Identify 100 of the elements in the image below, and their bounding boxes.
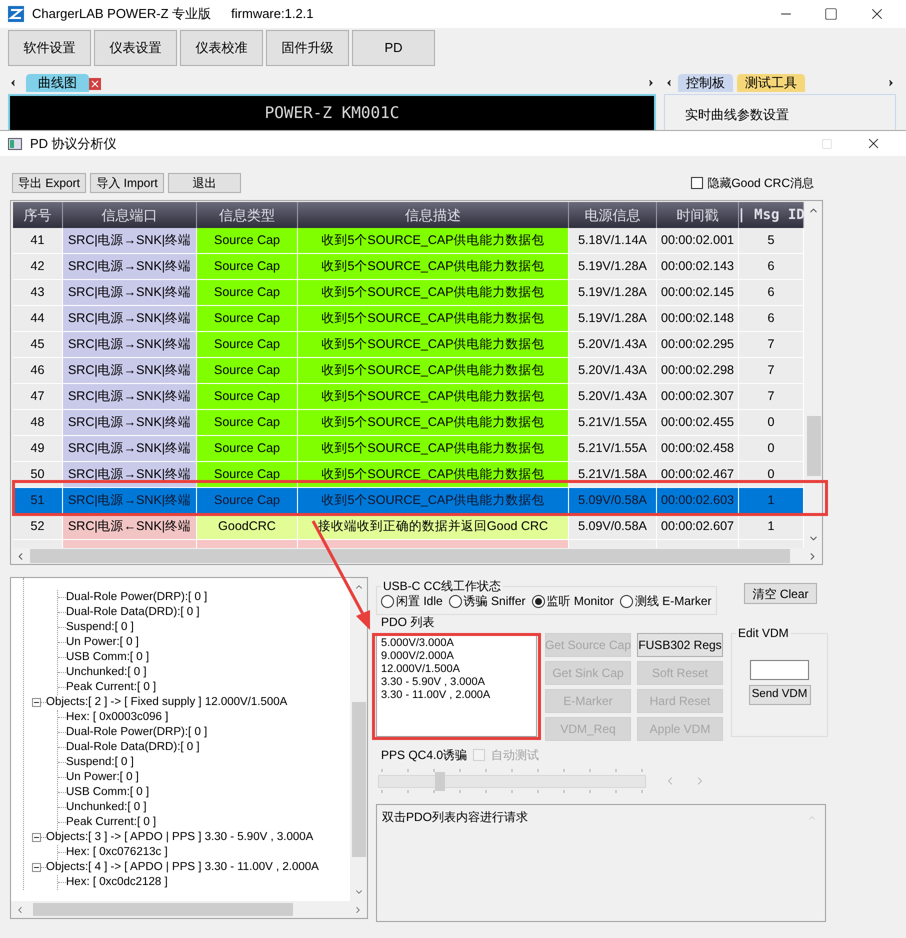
table-row[interactable]: 44 SRC|电源→SNK|终端 Source Cap 收到5个SOURCE_CAP供电能力数据包 5.19V/1.28A 00:00:02.148 6 [13,306,804,332]
table-row[interactable]: 51 SRC|电源→SNK|终端 Source Cap 收到5个SOURCE_CAP供电能力数据包 5.09V/0.58A 00:00:02.603 1 [13,488,804,514]
vertical-scrollbar[interactable] [350,578,367,901]
collapse-icon[interactable] [32,863,41,872]
tree-item[interactable]: Un Power:[ 0 ] [66,634,139,652]
logo-icon [8,6,24,22]
collapse-icon[interactable] [32,833,41,842]
column-header[interactable]: 电源信息 [569,202,657,228]
vdm-input[interactable] [750,660,809,680]
table-cell: 收到5个SOURCE_CAP供电能力数据包 [298,488,569,514]
tree-item[interactable]: Dual-Role Power(DRP):[ 0 ] [66,588,208,606]
toolbar-button[interactable]: PD [352,30,435,66]
group-title: 实时曲线参数设置 [685,107,789,122]
table-cell: 46 [13,358,63,384]
table-cell: 7 [739,358,804,384]
clear-button[interactable]: 清空 Clear [744,583,817,604]
table-row[interactable]: 41 SRC|电源→SNK|终端 Source Cap 收到5个SOURCE_CAP供电能力数据包 5.18V/1.14A 00:00:02.001 5 [13,228,804,254]
table-cell: 7 [739,384,804,410]
scrollbar-thumb[interactable] [30,549,790,563]
toolbar-button[interactable]: 固件升级 [266,30,349,66]
tree-item[interactable]: Peak Current:[ 0 ] [66,814,156,832]
tab[interactable]: 控制板 [678,74,733,92]
list-item[interactable]: 3.30 - 11.00V , 2.000A [381,689,536,702]
tree-item[interactable]: Un Power:[ 0 ] [66,768,139,786]
toolbar-button[interactable]: 退出 [168,173,241,193]
table-cell: 52 [13,514,63,540]
window-icon [8,138,22,150]
radio-button[interactable] [620,594,633,608]
tab[interactable]: 曲线图 [26,74,89,92]
tree-item[interactable]: Peak Current:[ 0 ] [66,678,156,696]
tree-item[interactable]: Dual-Role Data(DRD):[ 0 ] [66,738,200,756]
table-cell: 收到5个SOURCE_CAP供电能力数据包 [298,332,569,358]
table-row[interactable]: 49 SRC|电源→SNK|终端 Source Cap 收到5个SOURCE_CAP供电能力数据包 5.21V/1.55A 00:00:02.458 0 [13,436,804,462]
scrollbar-thumb[interactable] [806,416,820,476]
tree-item[interactable]: Objects:[ 4 ] -> [ APDO | PPS ] 3.30 - 11.00V , 2.000A [46,858,319,876]
table-row[interactable]: 50 SRC|电源→SNK|终端 Source Cap 收到5个SOURCE_CAP供电能力数据包 5.21V/1.58A 00:00:02.467 0 [13,462,804,488]
table-cell: 00:00:02.307 [657,384,739,410]
scrollbar-thumb[interactable] [33,903,293,916]
maximize-icon[interactable] [824,7,838,21]
toolbar-button[interactable]: 导出 Export [12,173,86,193]
column-header[interactable]: 序号 [13,202,63,228]
table-row[interactable]: 47 SRC|电源→SNK|终端 Source Cap 收到5个SOURCE_CAP供电能力数据包 5.20V/1.43A 00:00:02.307 7 [13,384,804,410]
table-row[interactable]: 46 SRC|电源→SNK|终端 Source Cap 收到5个SOURCE_CAP供电能力数据包 5.20V/1.43A 00:00:02.298 7 [13,358,804,384]
list-item[interactable]: 3.30 - 5.90V , 3.000A [381,676,536,689]
table-row[interactable]: 42 SRC|电源→SNK|终端 Source Cap 收到5个SOURCE_CAP供电能力数据包 5.19V/1.28A 00:00:02.143 6 [13,254,804,280]
toolbar-button[interactable]: 软件设置 [8,30,91,66]
table-cell: 42 [13,254,63,280]
column-header[interactable]: 信息类型 [197,202,298,228]
table-row[interactable]: 52 SRC|电源←SNK|终端 GoodCRC 接收端收到正确的数据并返回Good CRC 5.09V/0.58A 00:00:02.607 1 [13,514,804,540]
table-row[interactable]: 48 SRC|电源→SNK|终端 Source Cap 收到5个SOURCE_CAP供电能力数据包 5.21V/1.55A 00:00:02.455 0 [13,410,804,436]
toolbar-button[interactable]: 仪表设置 [94,30,177,66]
horizontal-scrollbar[interactable] [11,901,367,918]
tree-item[interactable]: Dual-Role Power(DRP):[ 0 ] [66,724,208,742]
tree-item[interactable]: Unchunked:[ 0 ] [66,664,147,682]
tree-item[interactable]: Objects:[ 3 ] -> [ APDO | PPS ] 3.30 - 5.90V , 3.000A [46,828,314,846]
toolbar-button[interactable]: 导入 Import [90,173,164,193]
checkbox-label: 隐藏Good CRC消息 [707,175,814,192]
table-cell: Source Cap [197,410,298,436]
table-cell: 00:00:02.458 [657,436,739,462]
list-item[interactable]: 5.000V/3.000A [381,637,536,650]
table-cell: 00:00:02.607 [657,514,739,540]
tab[interactable]: 测试工具 [737,74,805,92]
collapse-icon[interactable] [32,698,41,707]
toolbar-button[interactable]: 仪表校准 [180,30,263,66]
tree-item[interactable]: Hex: [ 0x0003c096 ] [66,708,168,726]
tree-item[interactable]: Suspend:[ 0 ] [66,754,134,772]
button[interactable]: FUSB302 Regs [637,633,723,657]
checkbox[interactable] [691,177,704,189]
tree-item[interactable]: Objects:[ 2 ] -> [ Fixed supply ] 12.000V/1.500A [46,694,288,712]
radio-button[interactable] [381,594,394,608]
tree-item[interactable]: Hex: [ 0xc076213c ] [66,844,168,862]
column-header[interactable]: 信息描述 [298,202,569,228]
tree-item[interactable]: USB Comm:[ 0 ] [66,648,150,666]
column-header[interactable]: 信息端口 [63,202,197,228]
radio-button[interactable] [448,594,462,608]
table-cell: SRC|电源→SNK|终端 [63,332,197,358]
table-cell: Source Cap [197,228,298,254]
send-vdm-button[interactable]: Send VDM [748,685,810,705]
list-item[interactable]: 12.000V/1.500A [381,663,536,676]
table-cell: 00:00:02.143 [657,254,739,280]
scrollbar-thumb[interactable] [352,702,366,857]
table-row[interactable]: 43 SRC|电源→SNK|终端 Source Cap 收到5个SOURCE_CAP供电能力数据包 5.19V/1.28A 00:00:02.145 6 [13,280,804,306]
tree-item[interactable]: Unchunked:[ 0 ] [66,798,147,816]
tree-item[interactable]: Dual-Role Data(DRD):[ 0 ] [66,604,200,622]
column-header[interactable]: 时间戳 [657,202,739,228]
table-row[interactable]: 45 SRC|电源→SNK|终端 Source Cap 收到5个SOURCE_CAP供电能力数据包 5.20V/1.43A 00:00:02.295 7 [13,332,804,358]
close-tab-icon[interactable] [89,78,101,90]
table-cell: 5.20V/1.43A [569,332,657,358]
column-header[interactable]: | Msg ID [739,202,804,228]
list-item[interactable]: 9.000V/2.000A [381,650,536,663]
radio-button[interactable] [532,594,544,608]
tree-item[interactable]: Hex: [ 0xc0dc2128 ] [66,874,168,892]
voltage-slider[interactable] [378,768,646,794]
tree-item[interactable]: USB Comm:[ 0 ] [66,784,150,802]
slider-thumb[interactable] [434,772,445,791]
table-cell: 49 [13,436,63,462]
table-cell: 5.18V/1.14A [569,228,657,254]
table-cell: 00:00:02.001 [657,228,739,254]
tree-item[interactable]: Suspend:[ 0 ] [66,618,134,636]
pdo-list[interactable]: 5.000V/3.000A 9.000V/2.000A 12.000V/1.500A 3.30 - 5.90V , 3.000A 3.30 - 11.00V , 2.000A [376,633,537,737]
